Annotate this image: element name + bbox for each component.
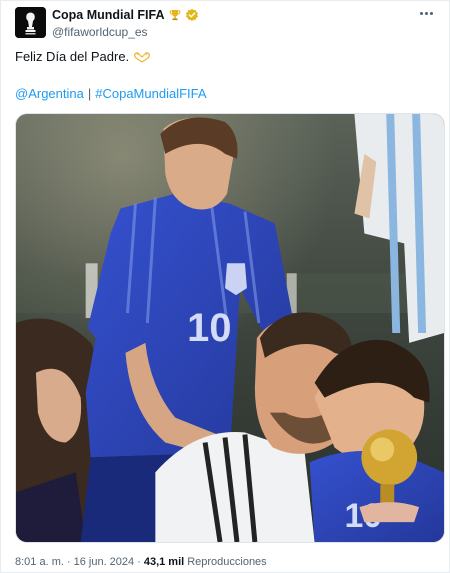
mention-link[interactable]: @Argentina <box>15 86 84 101</box>
photo-image: 10 10 <box>16 114 444 542</box>
name-row: Copa Mundial FIFA <box>52 7 199 23</box>
tweet-photo[interactable]: 10 10 <box>15 113 445 543</box>
svg-text:10: 10 <box>187 306 231 350</box>
tweet-date[interactable]: 16 jun. 2024 <box>74 556 135 568</box>
tweet-text: Feliz Día del Padre. <box>15 49 151 64</box>
more-options-button[interactable] <box>415 5 437 21</box>
link-separator: | <box>87 86 92 101</box>
views-label: Reproducciones <box>187 556 267 568</box>
author-handle[interactable]: @fifaworldcup_es <box>52 25 199 39</box>
more-dot-icon <box>429 11 433 15</box>
trophy-icon <box>169 10 180 21</box>
tweet-header: Copa Mundial FIFA @fifaworldcup_es <box>15 7 437 41</box>
more-dot-icon <box>424 11 428 15</box>
hashtag-link[interactable]: #CopaMundialFIFA <box>95 86 206 101</box>
fifa-logo-icon <box>15 7 46 38</box>
views-count: 43,1 mil <box>143 556 185 568</box>
meta-dot: · <box>137 556 141 568</box>
verified-icon <box>185 8 198 21</box>
tweet-time[interactable]: 8:01 a. m. <box>15 556 64 568</box>
tweet-card: Copa Mundial FIFA @fifaworldcup_es Feliz… <box>0 0 450 573</box>
author-display-name[interactable]: Copa Mundial FIFA <box>52 8 165 22</box>
tweet-links: @Argentina | #CopaMundialFIFA <box>15 86 207 101</box>
tweet-text-content: Feliz Día del Padre. <box>15 49 130 64</box>
author-avatar[interactable] <box>15 7 46 38</box>
tweet-meta: 8:01 a. m. · 16 jun. 2024 · 43,1 mil Rep… <box>15 556 267 568</box>
more-dot-icon <box>419 11 423 15</box>
meta-dot: · <box>66 556 71 568</box>
heart-hands-icon <box>134 51 151 63</box>
author-names: Copa Mundial FIFA @fifaworldcup_es <box>52 7 199 39</box>
